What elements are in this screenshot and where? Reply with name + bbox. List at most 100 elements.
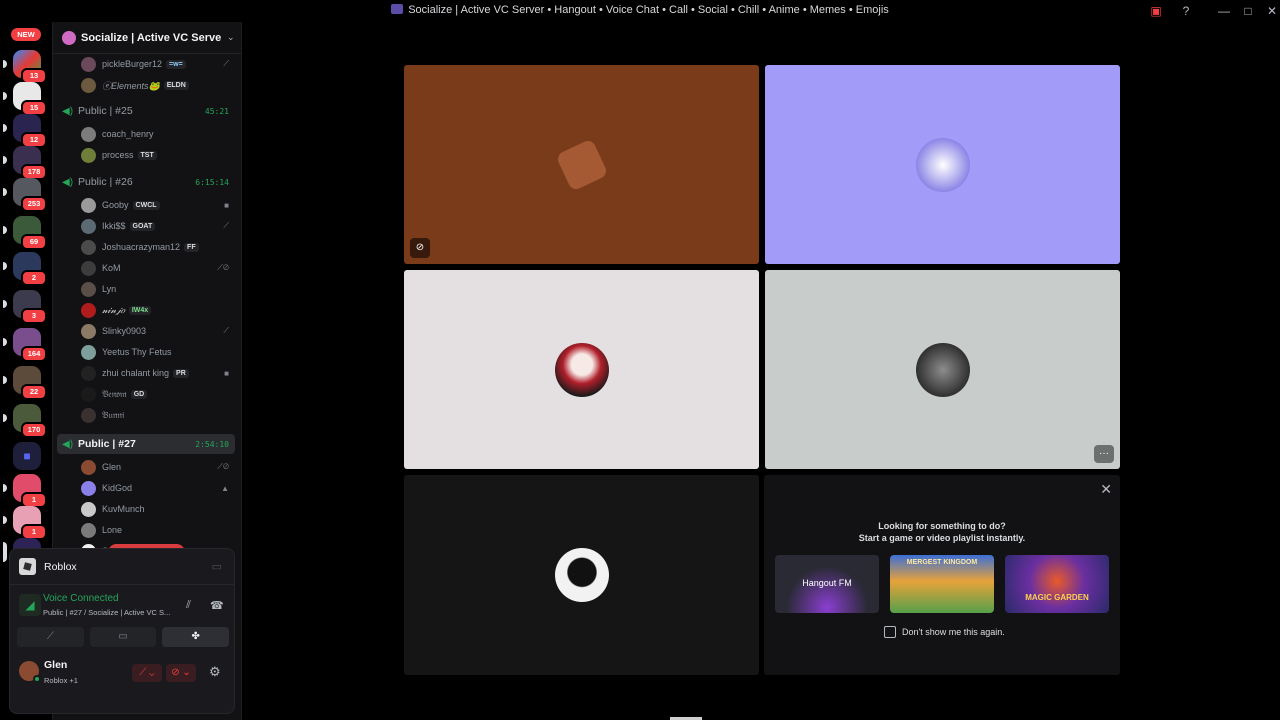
avatar <box>81 501 96 517</box>
server-folder[interactable]: 170 <box>3 404 47 438</box>
member-name: Gooby <box>102 200 129 210</box>
server-folder[interactable]: 3 <box>3 290 47 324</box>
folder-icon[interactable]: ■ <box>13 442 41 470</box>
server-folder[interactable]: 253 <box>3 178 47 212</box>
server-folder[interactable]: 2 <box>3 252 47 286</box>
voice-member[interactable]: Lyn <box>81 279 235 299</box>
more-options-icon[interactable]: ··· <box>1094 445 1114 463</box>
voice-member[interactable]: KuvMunch <box>81 499 235 519</box>
server-header[interactable]: Socialize | Active VC Server ... ⌄ <box>53 22 241 54</box>
screen-share-button[interactable]: ▭ <box>89 627 157 647</box>
participant-tile[interactable] <box>404 270 759 469</box>
maximize-icon[interactable]: □ <box>1240 3 1256 19</box>
server-icon[interactable]: 178 <box>3 146 47 180</box>
server-icon[interactable]: 15 <box>3 82 47 116</box>
voice-channel-active[interactable]: ◀) Public | #27 2:54:10 <box>57 434 235 454</box>
camera-button[interactable]: ⟋ <box>17 627 84 647</box>
voice-member[interactable]: 𝔅𝔲𝔫𝔫𝔦 <box>81 405 235 425</box>
member-tag: ELDN <box>163 80 189 90</box>
avatar <box>81 365 96 381</box>
channel-name: Public | #26 <box>78 176 133 188</box>
member-name: KuvMunch <box>102 504 145 514</box>
dont-show-label[interactable]: Don't show me this again. <box>902 627 1005 637</box>
avatar <box>81 218 96 234</box>
close-icon[interactable]: ✕ <box>1264 3 1280 19</box>
activity-card-mergest-kingdom[interactable]: MERGEST KINGDOM <box>890 555 994 613</box>
avatar <box>81 239 96 255</box>
voice-member[interactable]: Slinky0903 ⟋ <box>81 321 235 341</box>
voice-member[interactable]: Gooby CWCL ■ <box>81 195 235 215</box>
prompt-heading: Looking for something to do? <box>878 521 1006 531</box>
voice-member[interactable]: coach_henry <box>81 124 235 144</box>
server-folder[interactable]: 69 <box>3 216 47 250</box>
unread-pill <box>3 376 7 384</box>
dont-show-checkbox[interactable] <box>884 626 896 638</box>
activity-card-label: MERGEST KINGDOM <box>906 559 978 566</box>
member-name: Slinky0903 <box>102 326 147 336</box>
voice-member[interactable]: process TST <box>81 145 235 165</box>
username[interactable]: Glen <box>44 659 67 671</box>
server-folder[interactable]: 164 <box>3 328 47 362</box>
voice-member[interactable]: 𝔙𝔢𝔫𝔬𝔪 GD <box>81 384 235 404</box>
muted-icon: ⟋ <box>223 59 229 68</box>
voice-member[interactable]: Joshuacrazyman12 FF <box>81 237 235 257</box>
mute-button[interactable]: ⟋ ⌄ <box>132 664 162 682</box>
voice-member[interactable]: KoM ⟋⊘ <box>81 258 235 278</box>
activity-card-magic-garden[interactable]: MAGIC GARDEN <box>1005 555 1109 613</box>
voice-member[interactable]: pickleBurger12 =w= ⟋ <box>81 54 235 74</box>
minimize-icon[interactable]: — <box>1216 3 1232 19</box>
voice-member[interactable]: ⓔElements🐸 ELDN <box>81 75 235 95</box>
noise-suppression-icon[interactable]: ⫽ <box>186 599 191 612</box>
signal-icon[interactable]: ◢ <box>19 594 41 616</box>
participant-avatar <box>915 342 970 397</box>
voice-member[interactable]: 𝓃𝒾𝓃𝒿𝑜 IW4x <box>81 300 235 320</box>
activities-button[interactable]: ✤ <box>162 627 230 647</box>
participant-tile[interactable]: ··· <box>765 270 1120 469</box>
inbox-alert-icon[interactable]: ▣ <box>1148 3 1164 19</box>
member-name: Ikki$$ <box>102 221 126 231</box>
voice-member[interactable]: Yeetus Thy Fetus <box>81 342 235 362</box>
voice-member[interactable]: zhui chalant king PR ■ <box>81 363 235 383</box>
activity-row[interactable]: Roblox ▭ <box>10 549 234 585</box>
participant-tile[interactable] <box>765 65 1120 264</box>
mention-badge: 3 <box>21 308 47 324</box>
activity-card-label: MAGIC GARDEN <box>1025 593 1089 602</box>
help-icon[interactable]: ? <box>1178 3 1194 19</box>
deafen-button[interactable]: ⊘ ⌄ <box>166 664 196 682</box>
voice-channel[interactable]: ◀) Public | #25 45:21 <box>57 101 235 121</box>
window-title-text: Socialize | Active VC Server • Hangout •… <box>408 4 889 16</box>
unread-pill <box>3 414 7 422</box>
gear-icon[interactable]: ⚙ <box>209 664 221 680</box>
speaker-icon: ◀) <box>62 438 74 450</box>
voice-channel[interactable]: ◀) Public | #26 6:15:14 <box>57 172 235 192</box>
unread-pill <box>3 60 7 68</box>
member-tag: PR <box>173 368 189 378</box>
avatar <box>81 281 96 297</box>
unread-pill <box>3 338 7 346</box>
participant-tile[interactable]: ⊘ <box>404 65 759 264</box>
disconnect-icon[interactable]: ☎ <box>210 599 224 612</box>
voice-channel-path[interactable]: Public | #27 / Socialize | Active VC S..… <box>43 608 173 617</box>
mention-badge: 164 <box>21 346 47 362</box>
avatar <box>81 386 96 402</box>
share-screen-icon[interactable]: ▭ <box>212 560 222 573</box>
unread-pill <box>3 188 7 196</box>
avatar <box>81 56 96 72</box>
voice-member[interactable]: Glen ⟋⊘ <box>81 457 235 477</box>
server-icon[interactable]: 1 <box>3 474 47 508</box>
server-folder[interactable]: 22 <box>3 366 47 400</box>
voice-status[interactable]: Voice Connected <box>43 593 119 604</box>
participant-tile[interactable] <box>404 475 759 675</box>
close-icon[interactable]: ✕ <box>1100 481 1112 498</box>
voice-member[interactable]: KidGod ▲ <box>81 478 235 498</box>
server-icon[interactable]: 1 <box>3 506 47 540</box>
chevron-down-icon: ⌄ <box>227 32 235 42</box>
unread-pill <box>3 156 7 164</box>
activity-card-hangout-fm[interactable]: Hangout FM <box>775 555 879 613</box>
voice-member[interactable]: Ikki$$ GOAT ⟋ <box>81 216 235 236</box>
server-icon[interactable]: 12 <box>3 114 47 148</box>
avatar <box>81 260 96 276</box>
server-icon[interactable]: 13 <box>3 50 47 84</box>
voice-member[interactable]: Lone <box>81 520 235 540</box>
avatar <box>81 522 96 538</box>
